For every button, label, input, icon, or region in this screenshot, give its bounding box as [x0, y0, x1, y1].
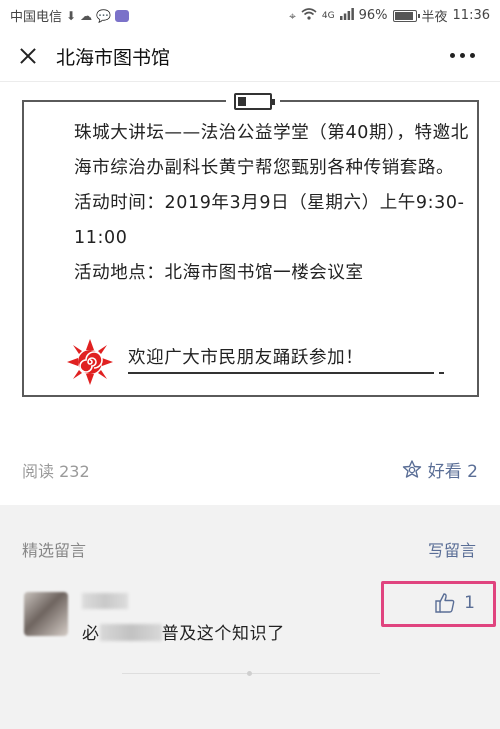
comment-text-blurred	[99, 624, 162, 641]
cloud-icon: ☁	[80, 8, 93, 23]
read-count: 阅读 232	[22, 462, 90, 481]
sun-spiral-icon	[67, 339, 113, 385]
comment-like-highlight: 1	[381, 581, 496, 627]
status-left: 中国电信 ⬇ ☁ 💬	[10, 6, 130, 25]
status-right: ⌖ 4G 96% 半夜 11:36	[289, 6, 490, 25]
comment-text-suffix: 普及这个知识了	[161, 624, 285, 644]
article-card: 珠城大讲坛——法治公益学堂（第40期），特邀北海市综治办副科长黄宁帮您甄别各种传…	[22, 90, 479, 397]
thumbs-up-icon	[435, 593, 455, 613]
download-icon: ⬇	[66, 8, 77, 23]
comments-title: 精选留言	[22, 541, 87, 560]
status-bar: 中国电信 ⬇ ☁ 💬 ⌖ 4G 96% 半夜 11:36	[0, 0, 500, 30]
close-icon[interactable]	[14, 42, 42, 70]
welcome-message: 欢迎广大市民朋友踊跃参加！	[128, 348, 364, 368]
comment-text: 必 普及这个知识了	[82, 619, 285, 644]
stats-row: 阅读 232 好看 2	[0, 446, 500, 490]
comment-username-blurred	[82, 593, 128, 609]
signal-icon	[339, 7, 354, 24]
battery-decoration-icon	[226, 90, 280, 114]
title-bar: 北海市图书馆	[0, 30, 500, 82]
article-paragraph-intro: 珠城大讲坛——法治公益学堂（第40期），特邀北海市综治办副科长黄宁帮您甄别各种传…	[74, 123, 469, 178]
chat-bubble-icon: 💬	[96, 8, 112, 23]
article-body: 珠城大讲坛——法治公益学堂（第40期），特邀北海市综治办副科长黄宁帮您甄别各种传…	[38, 116, 470, 291]
comments-section: 精选留言 写留言 必 普及这个知识了 1	[0, 505, 500, 729]
network-type-label: 4G	[321, 10, 335, 21]
page-title: 北海市图书馆	[56, 47, 171, 69]
battery-icon	[392, 9, 420, 22]
wow-label: 好看 2	[427, 462, 478, 482]
clock: 11:36	[452, 8, 490, 23]
wifi-icon	[301, 7, 317, 24]
welcome-row: 欢迎广大市民朋友踊跃参加！	[66, 338, 444, 385]
write-comment-button[interactable]: 写留言	[428, 537, 476, 561]
app-notification-icon	[115, 9, 130, 22]
avatar[interactable]	[24, 592, 68, 636]
more-icon[interactable]	[450, 48, 478, 62]
battery-percent: 96%	[358, 8, 388, 23]
carrier-label: 中国电信	[10, 10, 63, 25]
wow-star-icon	[402, 459, 421, 478]
article-paragraph-time: 活动时间：2019年3月9日（星期六）上午9:30-11:00	[74, 193, 465, 248]
battery-fill	[394, 11, 413, 20]
location-icon: ⌖	[289, 8, 296, 23]
time-period: 半夜	[421, 10, 448, 25]
article-paragraph-location: 活动地点：北海市图书馆一楼会议室	[74, 263, 364, 283]
wow-button[interactable]: 好看 2	[402, 457, 478, 482]
comment-like-button[interactable]: 1	[434, 592, 475, 614]
welcome-underline	[128, 372, 444, 374]
comment-text-prefix: 必	[82, 624, 100, 644]
comment-like-count: 1	[464, 593, 475, 613]
comments-end-dot	[247, 671, 252, 676]
